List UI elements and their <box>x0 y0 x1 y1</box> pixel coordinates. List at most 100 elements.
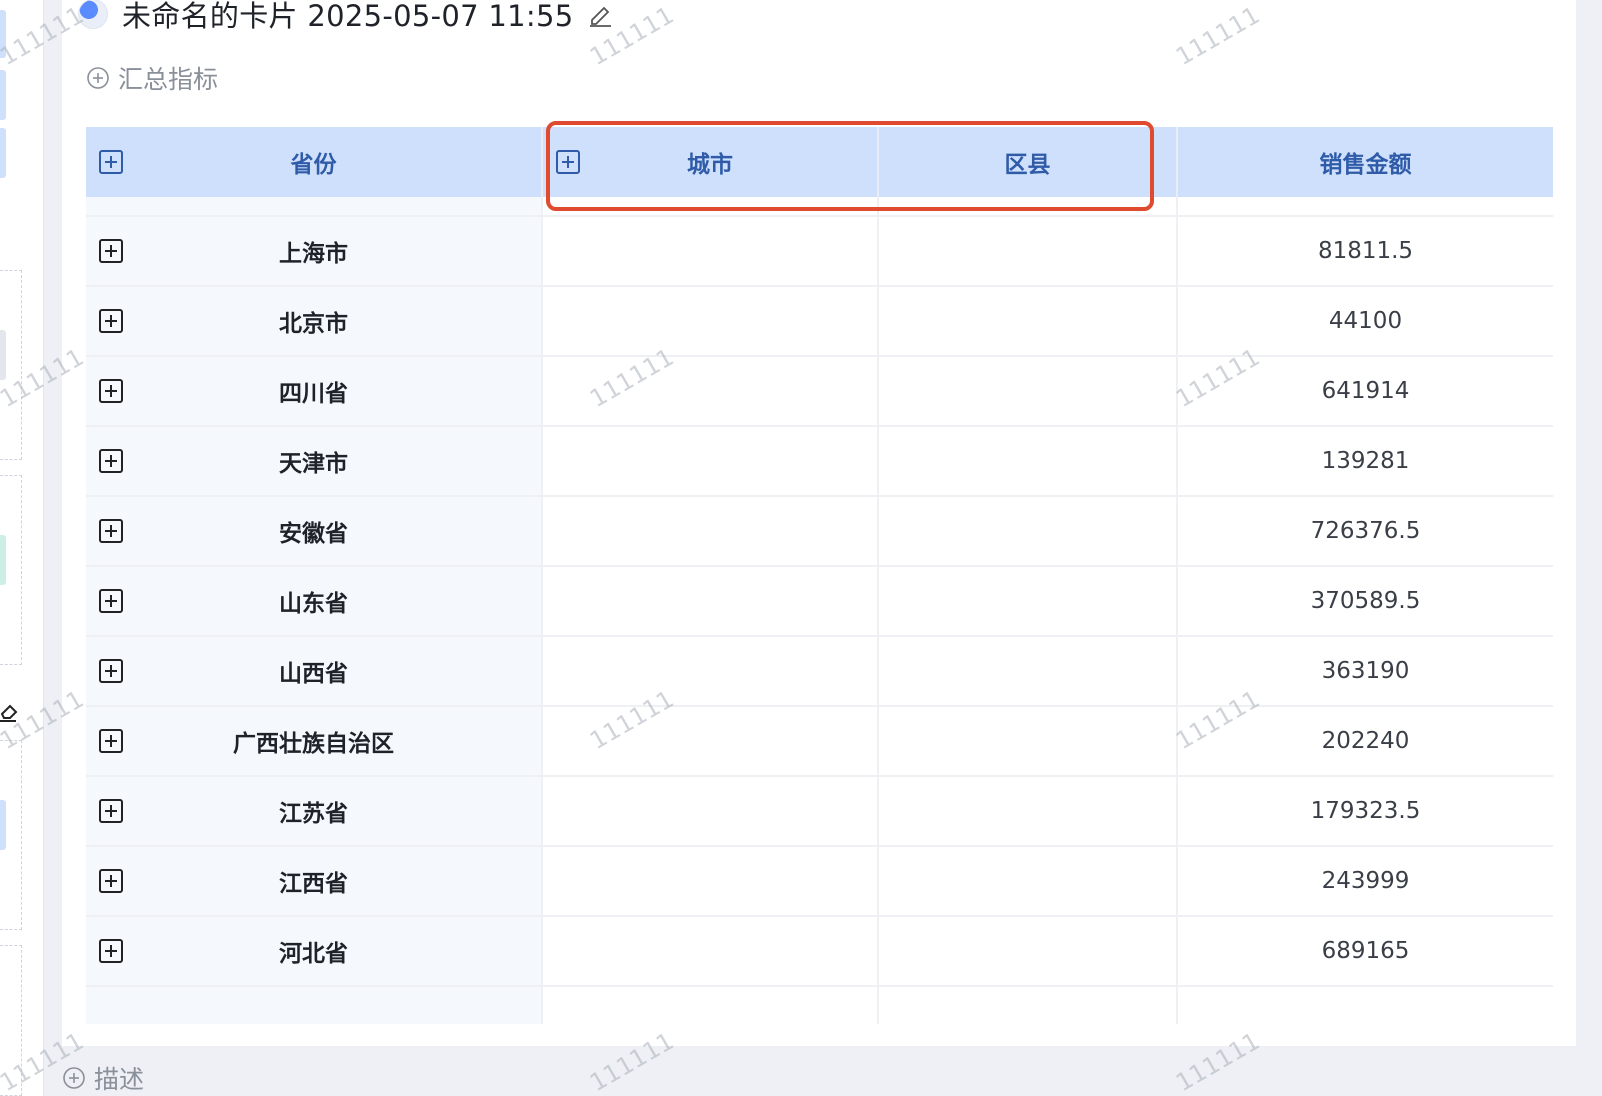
province-label: 江苏省 <box>279 801 348 827</box>
sales-cell: 641914 <box>1178 357 1553 425</box>
add-summary-metric-button[interactable]: 汇总指标 <box>86 62 218 94</box>
panel-tab[interactable] <box>0 128 6 178</box>
panel-tab[interactable] <box>0 10 6 58</box>
province-label: 天津市 <box>279 451 348 477</box>
table-cell <box>1178 987 1553 1024</box>
column-header-district[interactable]: 区县 <box>879 127 1178 197</box>
province-label: 北京市 <box>279 311 348 337</box>
panel-tab[interactable] <box>0 535 6 585</box>
square-plus-icon[interactable] <box>98 728 124 754</box>
city-cell <box>543 357 879 425</box>
province-label: 四川省 <box>279 381 348 407</box>
card-header: 未命名的卡片 2025-05-07 11:55 <box>78 0 613 34</box>
table-row: 山西省 363190 <box>86 637 1553 707</box>
pencil-icon[interactable] <box>587 1 613 27</box>
province-cell: 广西壮族自治区 <box>86 707 543 775</box>
table-row: 山东省 370589.5 <box>86 567 1553 637</box>
city-cell <box>543 287 879 355</box>
city-cell <box>543 637 879 705</box>
table-row: 四川省 641914 <box>86 357 1553 427</box>
city-cell <box>543 707 879 775</box>
sales-cell: 726376.5 <box>1178 497 1553 565</box>
province-label: 江西省 <box>279 871 348 897</box>
province-cell: 山西省 <box>86 637 543 705</box>
district-cell <box>879 917 1178 985</box>
column-header-city[interactable]: 城市 <box>543 127 879 197</box>
table-row: 江西省 243999 <box>86 847 1553 917</box>
province-cell: 上海市 <box>86 217 543 285</box>
district-cell <box>879 497 1178 565</box>
square-plus-icon[interactable] <box>98 518 124 544</box>
table-cell <box>543 987 879 1024</box>
sales-cell: 179323.5 <box>1178 777 1553 845</box>
square-plus-icon[interactable] <box>555 149 581 175</box>
pivot-table: 省份 城市 区县 销售金额 总计 4167476 <box>86 127 1553 1024</box>
add-summary-metric-label: 汇总指标 <box>118 65 219 94</box>
city-cell <box>543 847 879 915</box>
table-row: 安徽省 726376.5 <box>86 497 1553 567</box>
district-cell <box>879 847 1178 915</box>
card-dot-icon <box>78 0 108 29</box>
column-header-label: 区县 <box>1004 152 1051 178</box>
square-plus-icon[interactable] <box>98 448 124 474</box>
province-label: 河北省 <box>279 941 348 967</box>
city-cell <box>543 567 879 635</box>
left-panel-edge <box>0 0 44 1096</box>
square-plus-icon[interactable] <box>98 588 124 614</box>
province-cell: 河北省 <box>86 917 543 985</box>
card-title[interactable]: 未命名的卡片 2025-05-07 11:55 <box>122 0 573 35</box>
panel-tab[interactable] <box>0 800 6 850</box>
add-description-label: 描述 <box>94 1065 145 1094</box>
city-cell <box>543 497 879 565</box>
square-plus-icon[interactable] <box>98 149 124 175</box>
sales-cell: 243999 <box>1178 847 1553 915</box>
column-header-label: 销售金额 <box>1319 152 1412 178</box>
square-plus-icon[interactable] <box>98 938 124 964</box>
column-header-label: 城市 <box>687 152 733 178</box>
square-plus-icon[interactable] <box>98 238 124 264</box>
square-plus-icon[interactable] <box>98 798 124 824</box>
table-row: 上海市 81811.5 <box>86 217 1553 287</box>
square-plus-icon[interactable] <box>98 658 124 684</box>
city-cell <box>543 917 879 985</box>
province-cell: 天津市 <box>86 427 543 495</box>
sales-cell: 202240 <box>1178 707 1553 775</box>
panel-tab[interactable] <box>0 330 6 380</box>
table-row: 江苏省 179323.5 <box>86 777 1553 847</box>
table-body: 总计 4167476.5 上海市81811.5北京市44100四川省641914… <box>86 165 1553 1024</box>
district-cell <box>879 427 1178 495</box>
province-label: 山东省 <box>279 591 348 617</box>
district-cell <box>879 707 1178 775</box>
province-cell: 江苏省 <box>86 777 543 845</box>
panel-tab[interactable] <box>0 70 6 120</box>
add-description-button[interactable]: 描述 <box>62 1060 144 1096</box>
chart-card: 未命名的卡片 2025-05-07 11:55 汇总指标 省份 城市 区县 销售… <box>62 0 1576 1046</box>
province-label: 上海市 <box>279 241 348 267</box>
city-cell <box>543 777 879 845</box>
province-cell: 江西省 <box>86 847 543 915</box>
district-cell <box>879 287 1178 355</box>
table-row: 北京市 44100 <box>86 287 1553 357</box>
square-plus-icon[interactable] <box>98 378 124 404</box>
column-header-province[interactable]: 省份 <box>86 127 543 197</box>
sales-cell: 44100 <box>1178 287 1553 355</box>
district-cell <box>879 637 1178 705</box>
column-header-sales[interactable]: 销售金额 <box>1178 127 1553 197</box>
province-cell: 安徽省 <box>86 497 543 565</box>
city-cell <box>543 217 879 285</box>
table-row: 河北省 689165 <box>86 917 1553 987</box>
district-cell <box>879 777 1178 845</box>
square-plus-icon[interactable] <box>98 868 124 894</box>
sales-cell: 689165 <box>1178 917 1553 985</box>
sales-cell: 139281 <box>1178 427 1553 495</box>
sales-cell: 370589.5 <box>1178 567 1553 635</box>
district-cell <box>879 217 1178 285</box>
province-label: 山西省 <box>279 661 348 687</box>
province-cell: 北京市 <box>86 287 543 355</box>
eraser-icon[interactable] <box>0 700 18 722</box>
panel-slot <box>0 945 22 1096</box>
table-cell <box>879 987 1178 1024</box>
square-plus-icon[interactable] <box>98 308 124 334</box>
province-label: 安徽省 <box>279 521 348 547</box>
circle-plus-icon <box>87 67 109 89</box>
